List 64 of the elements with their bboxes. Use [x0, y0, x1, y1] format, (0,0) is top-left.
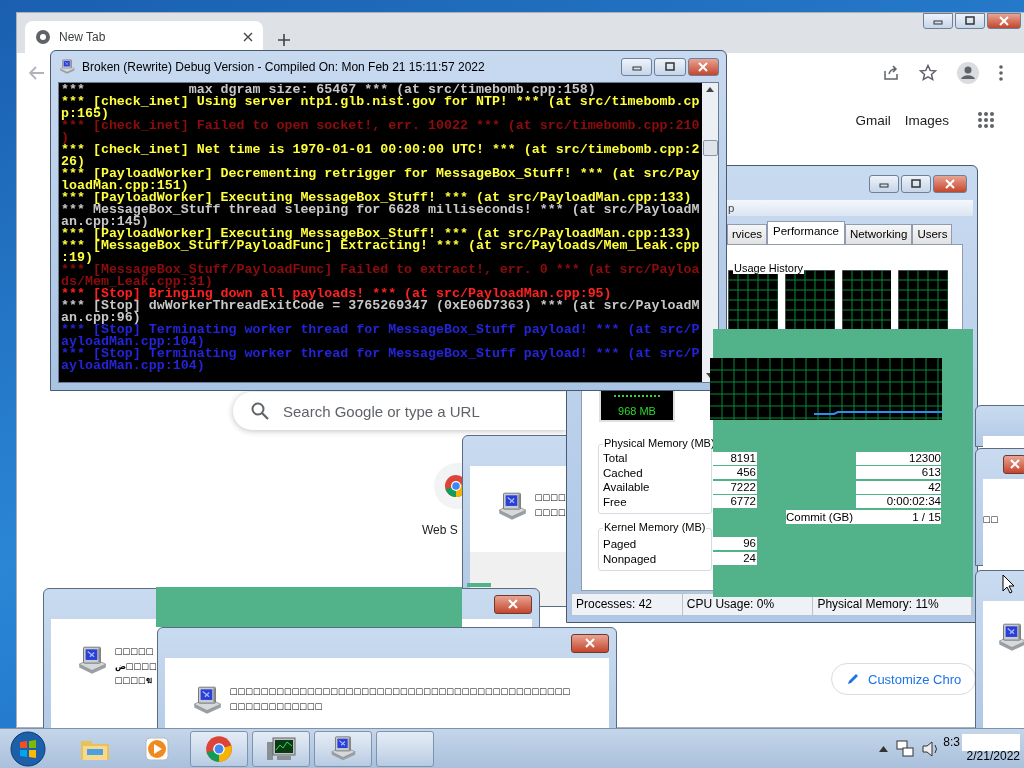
- console-line: *** [Stop] dwWorkerThreadExitCode = 3765269347 (0xE06D7363) *** (at src/PayloadM: [61, 300, 700, 312]
- customize-button[interactable]: Customize Chro: [831, 663, 977, 695]
- clock-time: 8:3: [943, 734, 960, 749]
- console-line: an.cpp:96): [61, 312, 141, 324]
- status-text: CPU Usage: 0%: [682, 594, 814, 615]
- group-title: Usage History: [733, 262, 805, 274]
- status-text: Physical Memory: 11%: [813, 594, 972, 615]
- console-line: 26): [61, 156, 85, 168]
- field-label: Commit (GB): [786, 509, 854, 524]
- meter-reading: 968 MB: [618, 405, 656, 417]
- field-value: 1 / 15: [912, 509, 941, 524]
- console-line: *** [MessageBox_Stuff/PayloadFunc] Extracting! *** (at src/Payloads/Mem_Leak.cpp: [61, 240, 700, 252]
- field-label: Cached: [603, 466, 643, 479]
- console-line: *** [check_inet] Failed to open socket!, err. 10022 *** (at src/timebomb.cpp:210: [61, 120, 700, 132]
- message-text: □□□□□□□□□□□□□□□□□□□□□□□□□□□□□□□□□□□□□□□□□□□□□□□□□□□□□□□□: [230, 685, 572, 713]
- console-line: *** [PayloadWorker] Decrementing retrigger for MessageBox_Stuff! *** (at src/Pay: [61, 168, 700, 180]
- field-label: Available: [603, 481, 650, 494]
- tab[interactable]: Performance: [767, 221, 845, 244]
- tab[interactable]: Networking: [844, 224, 913, 244]
- message-text: □□□□: [535, 491, 566, 504]
- message-text: □□□□: [535, 505, 566, 519]
- tab[interactable]: Users: [912, 224, 953, 244]
- console-line: *** [MessageBox_Stuff/PayloadFunc] Failed to extract!, err. 0 *** (at src/Payloa: [61, 264, 700, 276]
- console-line: *** [check_inet] Using server ntp1.glb.nist.gov for NTP! *** (at src/timebomb.cp: [61, 96, 700, 108]
- console-line: ds/Mem_Leak.cpp:31): [61, 276, 213, 288]
- message-text: □□□□ฆ: [115, 674, 152, 687]
- field-value: 456: [712, 466, 757, 479]
- window-title: Broken (Rewrite) Debug Version - Compiled On: Mon Feb 21 15:11:57 2022: [82, 59, 486, 74]
- message-text: □□: [983, 513, 999, 526]
- message-text: □□□□□: [115, 645, 154, 658]
- field-value: 613: [856, 466, 941, 479]
- console-line: *** [Stop] Terminating worker thread for MessageBox_Stuff payload! *** (at src/P: [61, 348, 700, 360]
- field-value: 6772: [712, 495, 757, 508]
- console-line: an.cpp:145): [61, 216, 149, 228]
- console-line: *** [PayloadWorker] Executing MessageBox_Stuff! *** (at src/PayloadMan.cpp:133): [61, 228, 692, 240]
- status-text: Processes: 42: [572, 594, 683, 615]
- search-field[interactable]: Search Google or type a URL: [233, 392, 567, 430]
- console-line: :19): [61, 252, 93, 264]
- field-value: 96: [712, 537, 757, 550]
- console-line: *** [PayloadWorker] Executing MessageBox_Stuff! *** (at src/PayloadMan.cpp:133): [61, 192, 692, 204]
- group-title: Kernel Memory (MB): [603, 521, 707, 533]
- field-label: Nonpaged: [603, 552, 657, 565]
- message-text: ض□□□□: [115, 659, 157, 673]
- header-link[interactable]: Gmail: [855, 112, 891, 128]
- console-line: ayloadMan.cpp:104): [61, 360, 205, 372]
- tab[interactable]: rvices: [727, 224, 768, 244]
- console-line: loadMan.cpp:151): [61, 180, 189, 192]
- field-label: Total: [603, 452, 628, 465]
- console-line: ayloadMan.cpp:104): [61, 336, 205, 348]
- field-value: 0:00:02:34: [856, 495, 941, 508]
- shortcut-label: Web S: [422, 523, 458, 537]
- console-line: *** [Stop] Terminating worker thread for MessageBox_Stuff payload! *** (at src/P: [61, 324, 700, 336]
- menu-item[interactable]: p: [728, 202, 735, 214]
- browser-tab[interactable]: New Tab: [25, 21, 263, 53]
- console-line: *** [Stop] Bringing down all payloads! *** (at src/PayloadMan.cpp:95): [61, 288, 612, 300]
- console-line: p:165): [61, 108, 109, 120]
- console-line: *** [check_inet] Net time is 1970-01-01 00:00:00 UTC! *** (at src/timebomb.cpp:2: [61, 144, 700, 156]
- console-line: *** max dgram size: 65467 *** (at src/timebomb.cpp:158): [61, 84, 596, 96]
- header-link[interactable]: Images: [904, 112, 949, 128]
- console-line: *** MessageBox_Stuff thread sleeping for 6628 milliseconds! *** (at src/PayloadM: [61, 204, 700, 216]
- field-label: Paged: [603, 538, 637, 551]
- clock-date: 2/21/2022: [966, 748, 1020, 763]
- console-line: ): [61, 132, 69, 144]
- field-label: Free: [603, 495, 627, 508]
